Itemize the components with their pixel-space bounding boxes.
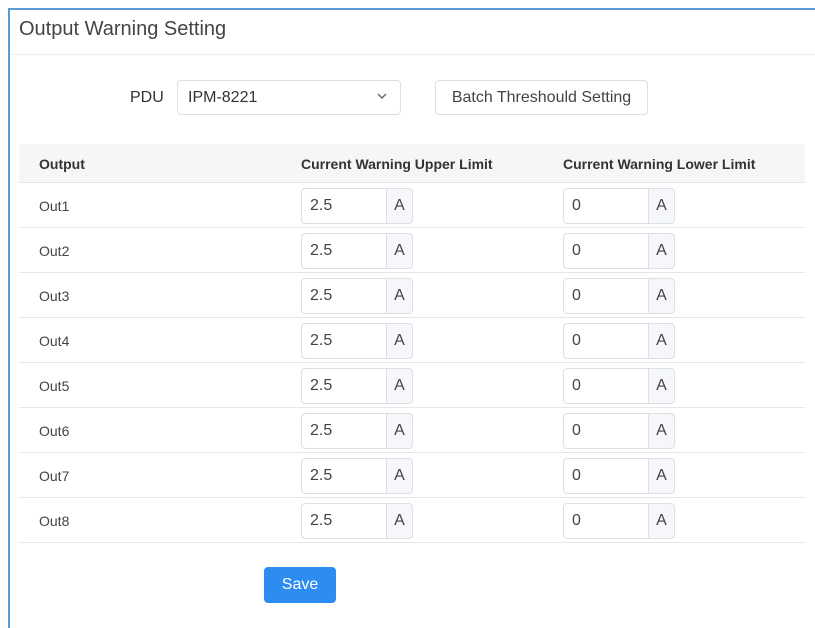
lower-limit-group: A (563, 278, 675, 314)
upper-limit-input[interactable] (301, 458, 386, 494)
unit-label: A (386, 368, 413, 404)
upper-limit-input[interactable] (301, 413, 386, 449)
lower-limit-group: A (563, 188, 675, 224)
table-row: Out4 A A (19, 318, 805, 363)
pdu-select[interactable]: IPM-8221 (177, 80, 401, 115)
table-row: Out1 A A (19, 183, 805, 228)
unit-label: A (386, 233, 413, 269)
column-header-output: Output (39, 156, 85, 172)
unit-label: A (648, 188, 675, 224)
unit-label: A (648, 503, 675, 539)
lower-limit-input[interactable] (563, 188, 648, 224)
lower-limit-group: A (563, 323, 675, 359)
unit-label: A (386, 323, 413, 359)
lower-limit-group: A (563, 458, 675, 494)
batch-threshold-button[interactable]: Batch Threshould Setting (435, 80, 648, 115)
pdu-label: PDU (130, 89, 164, 106)
save-button[interactable]: Save (264, 567, 336, 603)
output-name: Out3 (39, 288, 70, 304)
lower-limit-input[interactable] (563, 233, 648, 269)
pdu-select-value: IPM-8221 (188, 89, 258, 106)
lower-limit-input[interactable] (563, 368, 648, 404)
table-row: Out2 A A (19, 228, 805, 273)
unit-label: A (386, 278, 413, 314)
lower-limit-group: A (563, 413, 675, 449)
output-name: Out4 (39, 333, 70, 349)
output-name: Out6 (39, 423, 70, 439)
upper-limit-input[interactable] (301, 368, 386, 404)
unit-label: A (648, 458, 675, 494)
output-name: Out7 (39, 468, 70, 484)
table-row: Out5 A A (19, 363, 805, 408)
upper-limit-input[interactable] (301, 278, 386, 314)
output-name: Out1 (39, 198, 70, 214)
table-row: Out8 A A (19, 498, 805, 543)
output-name: Out5 (39, 378, 70, 394)
unit-label: A (648, 368, 675, 404)
unit-label: A (648, 323, 675, 359)
lower-limit-input[interactable] (563, 413, 648, 449)
upper-limit-input[interactable] (301, 233, 386, 269)
page-title: Output Warning Setting (19, 18, 227, 40)
table-row: Out3 A A (19, 273, 805, 318)
lower-limit-group: A (563, 503, 675, 539)
upper-limit-input[interactable] (301, 323, 386, 359)
output-name: Out8 (39, 513, 70, 529)
upper-limit-group: A (301, 188, 413, 224)
unit-label: A (386, 413, 413, 449)
upper-limit-input[interactable] (301, 503, 386, 539)
column-header-upper-limit: Current Warning Upper Limit (301, 156, 493, 172)
table-row: Out7 A A (19, 453, 805, 498)
unit-label: A (386, 458, 413, 494)
upper-limit-input[interactable] (301, 188, 386, 224)
lower-limit-input[interactable] (563, 278, 648, 314)
chevron-down-icon (377, 93, 387, 99)
output-name: Out2 (39, 243, 70, 259)
lower-limit-group: A (563, 233, 675, 269)
lower-limit-input[interactable] (563, 503, 648, 539)
table-row: Out6 A A (19, 408, 805, 453)
lower-limit-input[interactable] (563, 323, 648, 359)
upper-limit-group: A (301, 503, 413, 539)
upper-limit-group: A (301, 233, 413, 269)
table-body: Out1AAOut2AAOut3AAOut4AAOut5AAOut6AAOut7… (19, 183, 805, 543)
unit-label: A (648, 233, 675, 269)
threshold-table: Output Current Warning Upper Limit Curre… (19, 144, 805, 543)
unit-label: A (648, 413, 675, 449)
unit-label: A (386, 503, 413, 539)
title-divider (10, 54, 815, 55)
unit-label: A (386, 188, 413, 224)
upper-limit-group: A (301, 413, 413, 449)
table-header: Output Current Warning Upper Limit Curre… (19, 144, 805, 183)
lower-limit-input[interactable] (563, 458, 648, 494)
column-header-lower-limit: Current Warning Lower Limit (563, 156, 756, 172)
upper-limit-group: A (301, 458, 413, 494)
upper-limit-group: A (301, 278, 413, 314)
upper-limit-group: A (301, 368, 413, 404)
lower-limit-group: A (563, 368, 675, 404)
unit-label: A (648, 278, 675, 314)
upper-limit-group: A (301, 323, 413, 359)
